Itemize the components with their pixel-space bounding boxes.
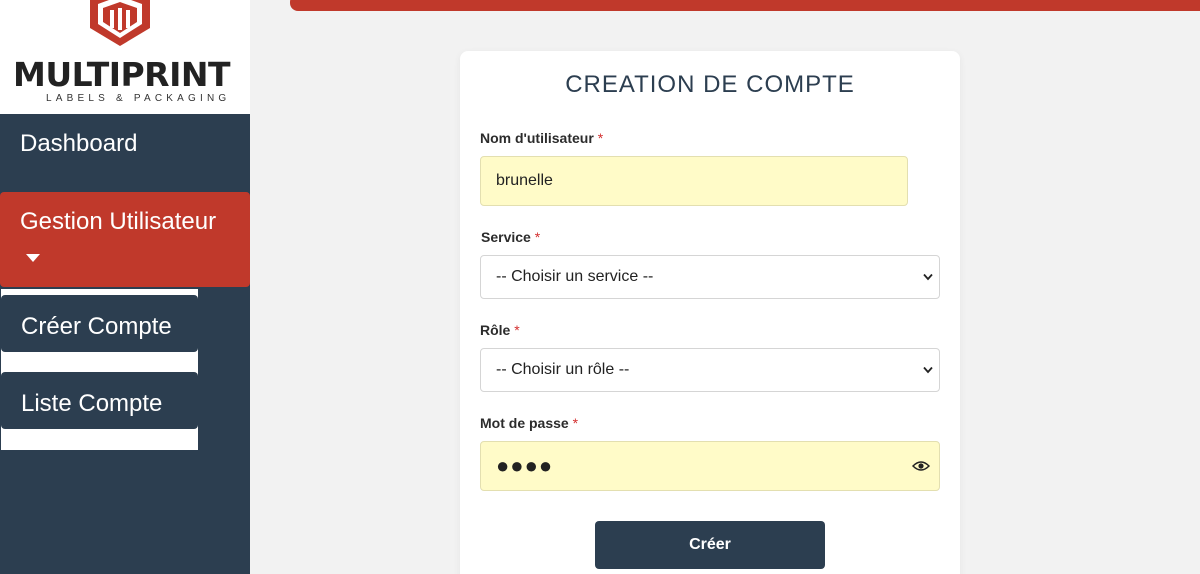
page-title: CREATION DE COMPTE bbox=[565, 71, 855, 98]
eye-icon[interactable] bbox=[912, 460, 930, 472]
chevron-down-icon bbox=[923, 273, 933, 281]
chevron-down-icon bbox=[923, 366, 933, 374]
sidebar-item-dashboard[interactable]: Dashboard bbox=[20, 130, 137, 158]
sidebar: MULTIPRINT LABELS & PACKAGING Dashboard … bbox=[0, 0, 250, 574]
service-select[interactable]: -- Choisir un service -- bbox=[480, 255, 940, 299]
service-label: Service * bbox=[481, 229, 541, 245]
caret-down-icon bbox=[26, 254, 40, 262]
submenu-item-liste-compte[interactable]: Liste Compte bbox=[1, 372, 198, 429]
username-input[interactable]: brunelle bbox=[480, 156, 908, 206]
sidebar-item-label: Gestion Utilisateur bbox=[20, 208, 217, 235]
logo-mark-icon bbox=[90, 0, 150, 46]
role-select[interactable]: -- Choisir un rôle -- bbox=[480, 348, 940, 392]
logo: MULTIPRINT LABELS & PACKAGING bbox=[0, 0, 250, 114]
submenu-item-creer-compte[interactable]: Créer Compte bbox=[1, 295, 198, 352]
logo-text: MULTIPRINT bbox=[13, 55, 231, 94]
sidebar-item-gestion-utilisateur[interactable]: Gestion Utilisateur bbox=[0, 192, 250, 287]
role-label: Rôle * bbox=[480, 322, 520, 338]
submenu: Créer Compte Liste Compte bbox=[1, 289, 198, 450]
logo-tagline: LABELS & PACKAGING bbox=[46, 93, 231, 104]
password-input[interactable]: ●●●● bbox=[480, 441, 940, 491]
password-label: Mot de passe * bbox=[480, 415, 579, 431]
header-bar bbox=[290, 0, 1200, 11]
creer-button[interactable]: Créer bbox=[595, 521, 825, 569]
username-label: Nom d'utilisateur * bbox=[480, 130, 604, 146]
